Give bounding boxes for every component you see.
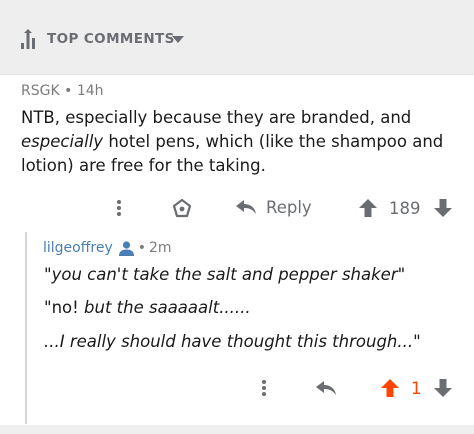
downvote-arrow-icon <box>434 199 452 217</box>
comment-author[interactable]: RSGK <box>21 83 60 99</box>
comment-meta: RSGK • 14h <box>21 83 104 99</box>
more-dots-icon <box>262 380 266 396</box>
comment-body-emphasis: especially <box>21 132 104 151</box>
reply-line-1: "you can't take the salt and pepper shak… <box>44 265 405 284</box>
reply-quote-open: "no! <box>44 298 85 317</box>
upvote-arrow-icon <box>359 199 377 217</box>
downvote-button[interactable] <box>433 198 453 218</box>
reply-quote-close: " <box>397 265 406 284</box>
reply-downvote-button[interactable] <box>433 378 453 398</box>
reply-thread-line <box>25 232 474 424</box>
bottom-divider <box>0 425 474 434</box>
reply-arrow-icon <box>316 381 336 395</box>
reply-author[interactable]: lilgeoffrey <box>43 240 113 256</box>
meta-separator: • <box>137 240 146 256</box>
reply-quote-close: " <box>413 332 421 351</box>
upvote-arrow-icon <box>381 379 399 397</box>
person-icon <box>118 240 134 256</box>
reply-button[interactable]: Reply <box>234 197 312 217</box>
meta-separator: • <box>64 83 73 99</box>
downvote-arrow-icon <box>434 379 452 397</box>
comment-body-part: NTB, especially because they are branded… <box>21 108 412 127</box>
reply-upvote-button[interactable] <box>380 378 400 398</box>
reply-line-2: "no! but the saaaaalt...... <box>44 298 251 317</box>
reply-quote-open: " <box>44 265 52 284</box>
reply-meta: lilgeoffrey • 2m <box>43 240 172 256</box>
upvote-button[interactable] <box>358 198 378 218</box>
reply-label: Reply <box>266 197 312 217</box>
award-button[interactable] <box>172 198 192 218</box>
reply-quote-text: ...I really should have thought this thr… <box>44 332 414 351</box>
bar-sort-icon <box>21 29 35 49</box>
vote-count: 189 <box>389 199 421 218</box>
award-icon <box>172 198 192 218</box>
reply-age: 2m <box>149 240 172 256</box>
reply-more-options-button[interactable] <box>261 379 267 397</box>
sort-bar[interactable]: TOP COMMENTS <box>0 0 474 75</box>
reply-quote-text: but the saaaaalt...... <box>84 298 251 317</box>
comment-age: 14h <box>76 83 104 99</box>
reply-reply-button[interactable] <box>314 378 338 398</box>
reply-arrow-icon <box>236 200 256 214</box>
more-options-button[interactable] <box>116 199 122 217</box>
sort-label[interactable]: TOP COMMENTS <box>47 31 175 47</box>
chevron-down-icon[interactable] <box>172 36 184 44</box>
reply-quote-text: you can't take the salt and pepper shake… <box>51 265 398 284</box>
reply-vote-count: 1 <box>411 379 422 398</box>
reply-line-3: ...I really should have thought this thr… <box>44 332 421 351</box>
comment-body: NTB, especially because they are branded… <box>21 106 466 178</box>
more-dots-icon <box>117 200 121 216</box>
